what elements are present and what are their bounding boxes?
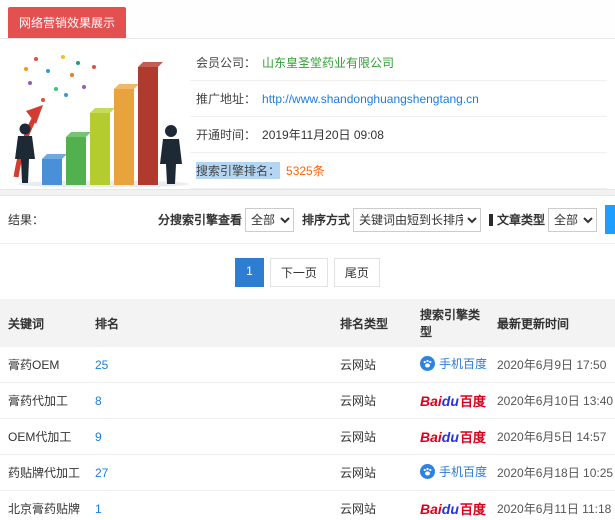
info-fields: 会员公司： 山东皇圣堂药业有限公司推广地址： http://www.shandong… <box>190 45 607 189</box>
info-section: 会员公司： 山东皇圣堂药业有限公司推广地址： http://www.shandong… <box>0 39 615 189</box>
info-label: 会员公司： <box>196 56 257 70</box>
confetti-dots <box>24 55 96 102</box>
rank-type-cell: 云网站 <box>332 347 412 383</box>
baidu-logo: Baidu百度 <box>420 429 486 445</box>
keyword-cell: 膏药OEM <box>0 347 87 383</box>
keyword-cell: 膏药代加工 <box>0 382 87 419</box>
rank-cell: 25 <box>87 347 332 383</box>
rank-link[interactable]: 1 <box>95 502 102 516</box>
pagination: 1 下一页 尾页 <box>0 244 615 299</box>
rank-type-cell: 云网站 <box>332 490 412 520</box>
info-row: 开通时间： 2019年11月20日 09:08 <box>190 117 607 153</box>
rank-cell: 1 <box>87 490 332 520</box>
engine-filter-select[interactable]: 全部 <box>245 207 295 232</box>
article-type-marker-icon <box>489 214 494 226</box>
rank-type-cell: 云网站 <box>332 382 412 419</box>
filter-bar: 结果： 分搜索引擎查看 全部 排序方式 关键词由短到长排序 文章类型 全部 提交 <box>0 196 615 244</box>
bars <box>42 62 163 185</box>
growth-chart-svg <box>13 55 189 188</box>
info-row: 推广地址： http://www.shandonghuangshengtang.c… <box>190 81 607 117</box>
rank-cell: 27 <box>87 454 332 491</box>
info-value: 5325条 <box>286 164 325 178</box>
page-next-button[interactable]: 下一页 <box>269 258 328 287</box>
info-label: 推广地址： <box>196 92 257 106</box>
info-value: 2019年11月20日 09:08 <box>262 128 384 142</box>
engine-filter-label: 分搜索引擎查看 <box>158 213 243 227</box>
results-table: 关键词 排名 排名类型 搜索引擎类型 最新更新时间 膏药OEM 25 云网站 手机百度 2020… <box>0 299 615 520</box>
column-header: 关键词 <box>0 299 87 347</box>
update-time-cell: 2020年6月10日 13:40 <box>489 382 615 419</box>
result-label: 结果： <box>8 213 45 227</box>
rank-link[interactable]: 27 <box>95 466 108 480</box>
info-row: 搜索引擎排名： 5325条 <box>190 153 607 189</box>
sort-filter-label: 排序方式 <box>302 213 351 227</box>
update-time-cell: 2020年6月18日 10:25 <box>489 454 615 491</box>
column-header: 排名 <box>87 299 332 347</box>
table-row: OEM代加工 9 云网站 Baidu百度 2020年6月5日 14:57 <box>0 418 615 455</box>
rank-cell: 8 <box>87 382 332 419</box>
top-tab-bar: 网络营销效果展示 <box>0 0 615 39</box>
rank-cell: 9 <box>87 418 332 455</box>
keyword-cell: OEM代加工 <box>0 418 87 455</box>
table-row: 膏药代加工 8 云网站 Baidu百度 2020年6月10日 13:40 <box>0 382 615 419</box>
baidu-logo: Baidu百度 <box>420 501 486 517</box>
rank-type-cell: 云网站 <box>332 418 412 455</box>
keyword-cell: 药贴牌代加工 <box>0 454 87 491</box>
info-label: 搜索引擎排名： <box>196 162 281 179</box>
page-current[interactable]: 1 <box>235 258 264 287</box>
keyword-cell: 北京膏药贴牌 <box>0 490 87 520</box>
tab-marketing-effect[interactable]: 网络营销效果展示 <box>8 7 127 38</box>
article-type-select[interactable]: 全部 <box>548 207 598 232</box>
mobile-baidu-label: 手机百度 <box>439 357 488 371</box>
table-row: 药贴牌代加工 27 云网站 手机百度 2020年6月18日 10:25 <box>0 454 615 491</box>
column-header: 排名类型 <box>332 299 412 347</box>
info-value[interactable]: http://www.shandonghuangshengtang.cn <box>262 92 479 106</box>
table-body: 膏药OEM 25 云网站 手机百度 2020年6月9日 17:50 膏药代加工 8 云网站 Ba… <box>0 347 615 520</box>
rank-link[interactable]: 25 <box>95 358 108 372</box>
businessman-right-figure <box>160 125 182 184</box>
submit-button[interactable]: 提交 <box>605 205 615 234</box>
rank-link[interactable]: 8 <box>95 394 102 408</box>
sort-filter-select[interactable]: 关键词由短到长排序 <box>353 207 482 232</box>
engine-cell: Baidu百度 <box>412 382 489 419</box>
article-type-label: 文章类型 <box>489 211 545 228</box>
table-header-row: 关键词 排名 排名类型 搜索引擎类型 最新更新时间 <box>0 299 615 347</box>
page-last-button[interactable]: 尾页 <box>333 258 380 287</box>
table-row: 北京膏药贴牌 1 云网站 Baidu百度 2020年6月11日 11:18 <box>0 490 615 520</box>
mobile-baidu-label: 手机百度 <box>439 465 488 479</box>
update-time-cell: 2020年6月9日 17:50 <box>489 347 615 383</box>
update-time-cell: 2020年6月5日 14:57 <box>489 418 615 455</box>
info-row: 会员公司： 山东皇圣堂药业有限公司 <box>190 45 607 81</box>
info-label: 开通时间： <box>196 128 257 142</box>
mobile-baidu-badge: 手机百度 <box>420 355 487 372</box>
info-value[interactable]: 山东皇圣堂药业有限公司 <box>262 54 394 71</box>
engine-cell: Baidu百度 <box>412 418 489 455</box>
growth-chart-illustration <box>8 45 190 189</box>
rank-type-cell: 云网站 <box>332 454 412 491</box>
rank-link[interactable]: 9 <box>95 430 102 444</box>
update-time-cell: 2020年6月11日 11:18 <box>489 490 615 520</box>
mobile-baidu-paw-icon <box>420 464 435 479</box>
mobile-baidu-paw-icon <box>420 356 435 371</box>
mobile-baidu-badge: 手机百度 <box>420 463 487 480</box>
section-divider <box>0 189 615 196</box>
column-header: 搜索引擎类型 <box>412 299 489 347</box>
engine-cell: 手机百度 <box>412 347 489 383</box>
table-row: 膏药OEM 25 云网站 手机百度 2020年6月9日 17:50 <box>0 347 615 383</box>
engine-cell: Baidu百度 <box>412 490 489 520</box>
baidu-logo: Baidu百度 <box>420 393 486 409</box>
column-header: 最新更新时间 <box>489 299 615 347</box>
engine-cell: 手机百度 <box>412 454 489 491</box>
